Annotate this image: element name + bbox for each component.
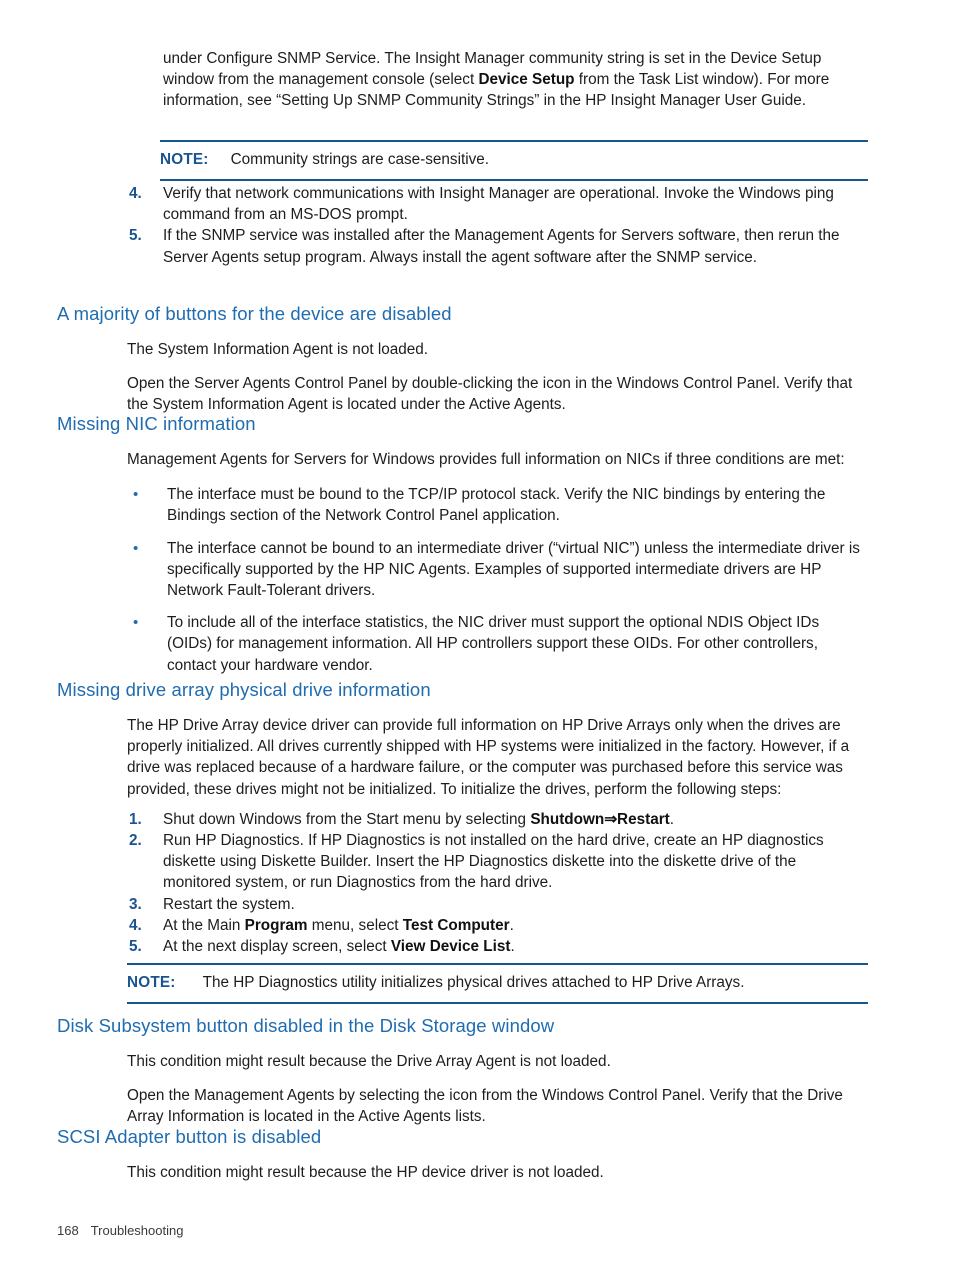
list-item: 3. Restart the system. — [129, 894, 868, 915]
top-steps-section: 4. Verify that network communications wi… — [0, 183, 954, 268]
intro-paragraph: under Configure SNMP Service. The Insigh… — [163, 48, 868, 112]
list-marker: 3. — [129, 895, 142, 913]
list-item: 4. At the Main Program menu, select Test… — [129, 915, 868, 936]
list-marker: 4. — [129, 916, 142, 934]
step-text-pre: At the next display screen, select — [163, 938, 391, 956]
list-marker: 4. — [129, 185, 142, 202]
note-rule-bottom — [160, 179, 868, 181]
section-majority-buttons: A majority of buttons for the device are… — [0, 302, 954, 416]
list-item: 4. Verify that network communications wi… — [129, 183, 868, 225]
section-paragraph: Open the Server Agents Control Panel by … — [127, 375, 853, 414]
page-footer: 168 Troubleshooting — [57, 1223, 183, 1238]
step-text-post: . — [510, 938, 515, 956]
list-marker: 2. — [129, 832, 142, 850]
section-disk-subsystem: Disk Subsystem button disabled in the Di… — [0, 1014, 954, 1128]
section-paragraph: This condition might result because the … — [127, 1164, 604, 1181]
section-heading: Disk Subsystem button disabled in the Di… — [57, 1015, 555, 1036]
note-rule-bottom — [127, 1002, 868, 1004]
list-item: • To include all of the interface statis… — [133, 612, 868, 676]
list-item: 1. Shut down Windows from the Start menu… — [129, 809, 868, 830]
note-label: NOTE: — [127, 974, 176, 991]
section-missing-nic: Missing NIC information Management Agent… — [0, 412, 954, 676]
list-marker: 5. — [129, 227, 142, 245]
list-text: Verify that network communications with … — [163, 185, 834, 224]
bullet-icon: • — [133, 539, 139, 557]
footer-chapter-name: Troubleshooting — [90, 1223, 184, 1238]
list-item: • The interface cannot be bound to an in… — [133, 538, 868, 602]
list-text: At the next display screen, select View … — [163, 938, 515, 955]
note-row: NOTE: Community strings are case-sensiti… — [160, 142, 868, 179]
step-text-pre: At the Main — [163, 916, 245, 934]
list-text: To include all of the interface statisti… — [167, 614, 820, 674]
note-row: NOTE: The HP Diagnostics utility initial… — [127, 965, 868, 1002]
step-text-post: menu, select — [307, 916, 403, 934]
step-text-post: . — [669, 810, 675, 828]
list-text: The interface cannot be bound to an inte… — [167, 539, 860, 600]
section-heading: Missing drive array physical drive infor… — [57, 679, 431, 700]
list-text: Restart the system. — [163, 895, 295, 913]
note-text: The HP Diagnostics utility initializes p… — [202, 974, 745, 991]
step-text-bold: View Device List — [390, 938, 511, 956]
nic-conditions-list: • The interface must be bound to the TCP… — [0, 484, 954, 676]
top-steps-list: 4. Verify that network communications wi… — [0, 183, 954, 268]
list-item: 5. If the SNMP service was installed aft… — [129, 225, 868, 267]
bullet-icon: • — [133, 486, 139, 504]
list-item: 5. At the next display screen, select Vi… — [129, 936, 868, 957]
step-text-post2: . — [509, 916, 514, 934]
section-paragraph: Open the Management Agents by selecting … — [127, 1087, 843, 1126]
section-paragraph: Management Agents for Servers for Window… — [127, 451, 845, 468]
section-heading: A majority of buttons for the device are… — [57, 303, 452, 324]
list-marker: 5. — [129, 938, 142, 956]
list-marker: 1. — [129, 810, 142, 828]
section-scsi-adapter: SCSI Adapter button is disabled This con… — [0, 1125, 954, 1183]
section-paragraph: The System Information Agent is not load… — [127, 341, 429, 358]
step-text-bold: Shutdown⇒Restart — [530, 810, 670, 828]
list-text: Shut down Windows from the Start menu by… — [163, 811, 674, 828]
footer-page-number: 168 — [57, 1223, 79, 1238]
list-item: • The interface must be bound to the TCP… — [133, 484, 868, 526]
section-heading: SCSI Adapter button is disabled — [57, 1126, 322, 1147]
list-item: 2. Run HP Diagnostics. If HP Diagnostics… — [129, 830, 868, 894]
section-paragraph: This condition might result because the … — [127, 1053, 611, 1070]
list-text: Run HP Diagnostics. If HP Diagnostics is… — [163, 832, 824, 892]
list-text: The interface must be bound to the TCP/I… — [167, 486, 826, 525]
step-text-bold2: Test Computer — [402, 916, 510, 934]
bullet-icon: • — [133, 614, 139, 632]
section-missing-drive-array: Missing drive array physical drive infor… — [0, 678, 954, 957]
note-text: Community strings are case-sensitive. — [230, 151, 490, 168]
note-block-community-strings: NOTE: Community strings are case-sensiti… — [160, 140, 868, 181]
note-block-hp-diagnostics: NOTE: The HP Diagnostics utility initial… — [127, 963, 868, 1004]
note-block-hp-diagnostics-wrapper: NOTE: The HP Diagnostics utility initial… — [0, 963, 954, 1004]
device-setup-bold: Device Setup — [478, 71, 575, 89]
step-text-pre: Shut down Windows from the Start menu by… — [163, 810, 531, 828]
step-text-bold: Program — [244, 916, 308, 934]
document-page: under Configure SNMP Service. The Insigh… — [0, 0, 954, 1271]
list-text: If the SNMP service was installed after … — [163, 227, 840, 266]
section-heading: Missing NIC information — [57, 413, 256, 434]
section-paragraph: The HP Drive Array device driver can pro… — [127, 717, 850, 798]
list-text: At the Main Program menu, select Test Co… — [163, 917, 514, 934]
drive-init-steps-list: 1. Shut down Windows from the Start menu… — [0, 809, 954, 957]
note-label: NOTE: — [160, 151, 209, 168]
